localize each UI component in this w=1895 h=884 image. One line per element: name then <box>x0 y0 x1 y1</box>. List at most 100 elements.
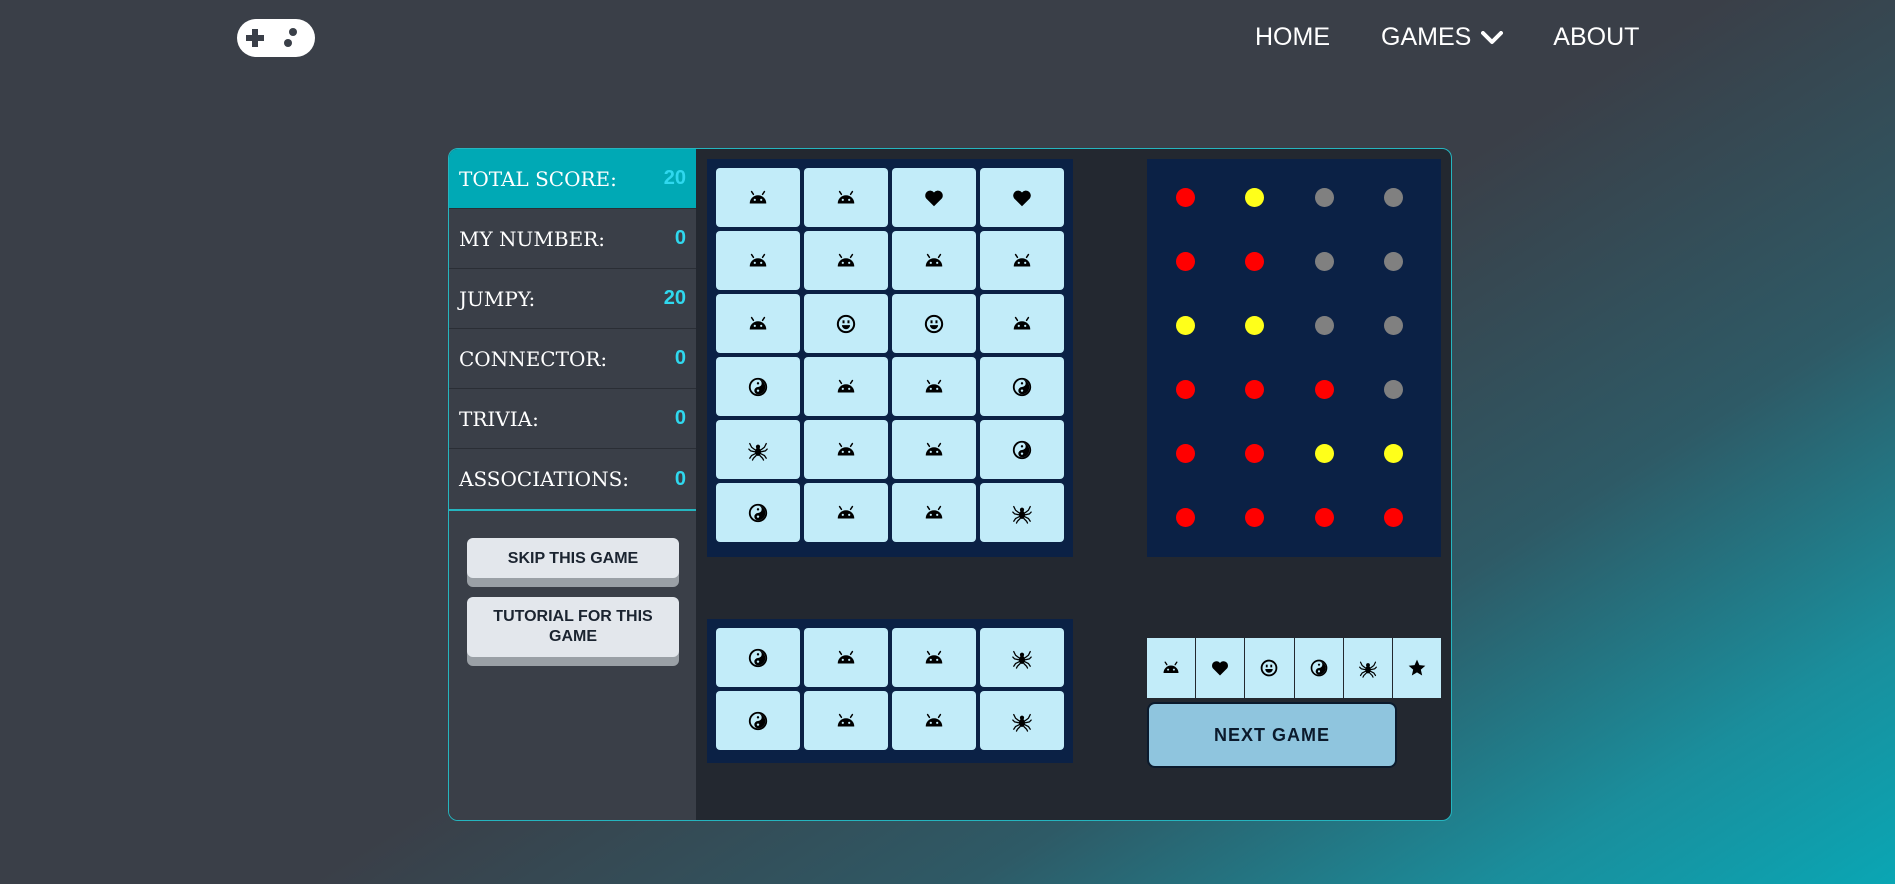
red-dot <box>1176 380 1195 399</box>
dot-cell[interactable] <box>1383 508 1451 572</box>
board-tile[interactable] <box>716 691 800 750</box>
gray-dot <box>1383 316 1403 335</box>
dot-cell[interactable] <box>1314 380 1386 444</box>
dot-cell[interactable] <box>1176 316 1247 380</box>
board-tile[interactable] <box>804 483 888 542</box>
yellow-dot <box>1383 444 1403 463</box>
score-row-trivia: TRIVIA: 0 <box>449 389 696 449</box>
board-tile[interactable] <box>980 483 1064 542</box>
board-tile[interactable] <box>892 691 976 750</box>
tutorial-button[interactable]: TUTORIAL FOR THIS GAME <box>467 597 679 657</box>
board-tile[interactable] <box>804 168 888 227</box>
palette-item-yin-yang[interactable] <box>1294 638 1343 698</box>
nav-about-link[interactable]: ABOUT <box>1553 23 1639 52</box>
score-row-connector: CONNECTOR: 0 <box>449 329 696 389</box>
dot-cell[interactable] <box>1383 444 1451 508</box>
dot-cell[interactable] <box>1176 444 1247 508</box>
red-dot <box>1176 444 1195 463</box>
board-tile[interactable] <box>980 628 1064 687</box>
next-game-label: NEXT GAME <box>1213 724 1330 745</box>
gray-dot <box>1383 252 1403 271</box>
board-tile[interactable] <box>980 357 1064 416</box>
android-icon <box>1161 658 1181 678</box>
board-tile[interactable] <box>892 231 976 290</box>
dot-cell[interactable] <box>1383 380 1451 444</box>
dot-cell[interactable] <box>1383 188 1451 252</box>
board-tile[interactable] <box>892 168 976 227</box>
yin-yang-icon <box>1309 658 1329 678</box>
palette-item-android[interactable] <box>1147 638 1196 698</box>
score-label: JUMPY: <box>459 286 536 311</box>
gray-dot <box>1314 188 1334 207</box>
android-icon <box>923 710 945 732</box>
board-tile[interactable] <box>804 357 888 416</box>
palette-item-heart[interactable] <box>1196 638 1245 698</box>
next-game-button[interactable]: NEXT GAME <box>1147 702 1397 768</box>
board-tile[interactable] <box>892 628 976 687</box>
dot-cell[interactable] <box>1176 252 1247 316</box>
dot-cell[interactable] <box>1245 316 1316 380</box>
yellow-dot <box>1314 444 1334 463</box>
board-tile[interactable] <box>716 168 800 227</box>
android-icon <box>835 376 857 398</box>
symbol-palette <box>1147 638 1441 698</box>
skip-game-button[interactable]: SKIP THIS GAME <box>467 538 679 578</box>
palette-item-star[interactable] <box>1392 638 1441 698</box>
dot-cell[interactable] <box>1245 444 1316 508</box>
dot-cell[interactable] <box>1314 444 1386 508</box>
dot-cell[interactable] <box>1245 380 1316 444</box>
board-tile[interactable] <box>892 294 976 353</box>
red-dot <box>1245 508 1265 527</box>
nav-home-link[interactable]: HOME <box>1255 23 1330 52</box>
board-tile[interactable] <box>980 231 1064 290</box>
palette-item-smiley[interactable] <box>1245 638 1294 698</box>
dot-cell[interactable] <box>1314 252 1386 316</box>
board-tile[interactable] <box>716 628 800 687</box>
board-tile[interactable] <box>892 357 976 416</box>
nav-games-label: GAMES <box>1381 23 1472 51</box>
board-tile[interactable] <box>716 294 800 353</box>
dot-cell[interactable] <box>1314 316 1386 380</box>
dot-cell[interactable] <box>1314 188 1386 252</box>
dot-cell[interactable] <box>1245 188 1316 252</box>
board-tile[interactable] <box>716 483 800 542</box>
dot-cell[interactable] <box>1245 252 1316 316</box>
android-icon <box>835 439 857 461</box>
android-icon <box>747 313 769 335</box>
board-tile[interactable] <box>980 691 1064 750</box>
gray-dot <box>1383 380 1403 399</box>
android-icon <box>747 250 769 272</box>
dot-cell[interactable] <box>1383 252 1451 316</box>
site-logo[interactable] <box>237 19 315 57</box>
android-icon <box>1011 313 1033 335</box>
chevron-down-icon <box>1481 30 1504 44</box>
board-tile[interactable] <box>804 420 888 479</box>
board-tile[interactable] <box>804 231 888 290</box>
yin-yang-icon <box>747 710 769 732</box>
board-tile[interactable] <box>980 420 1064 479</box>
board-tile[interactable] <box>980 294 1064 353</box>
dot-cell[interactable] <box>1314 508 1386 572</box>
board-tile[interactable] <box>892 420 976 479</box>
yin-yang-icon <box>747 647 769 669</box>
score-label: CONNECTOR: <box>459 346 608 371</box>
score-value: 0 <box>674 347 686 369</box>
board-tile[interactable] <box>716 231 800 290</box>
dot-cell[interactable] <box>1176 508 1247 572</box>
dot-cell[interactable] <box>1176 188 1247 252</box>
board-tile[interactable] <box>716 420 800 479</box>
nav-games-dropdown[interactable]: GAMES <box>1381 23 1504 52</box>
board-tile[interactable] <box>716 357 800 416</box>
star-icon <box>1407 658 1427 678</box>
board-tile[interactable] <box>804 628 888 687</box>
board-tile[interactable] <box>980 168 1064 227</box>
board-tile[interactable] <box>804 294 888 353</box>
score-row-my-number: MY NUMBER: 0 <box>449 209 696 269</box>
dot-cell[interactable] <box>1245 508 1316 572</box>
dot-cell[interactable] <box>1383 316 1451 380</box>
board-tile[interactable] <box>892 483 976 542</box>
dot-cell[interactable] <box>1176 380 1247 444</box>
score-value: 20 <box>663 167 686 189</box>
palette-item-spider[interactable] <box>1343 638 1392 698</box>
board-tile[interactable] <box>804 691 888 750</box>
